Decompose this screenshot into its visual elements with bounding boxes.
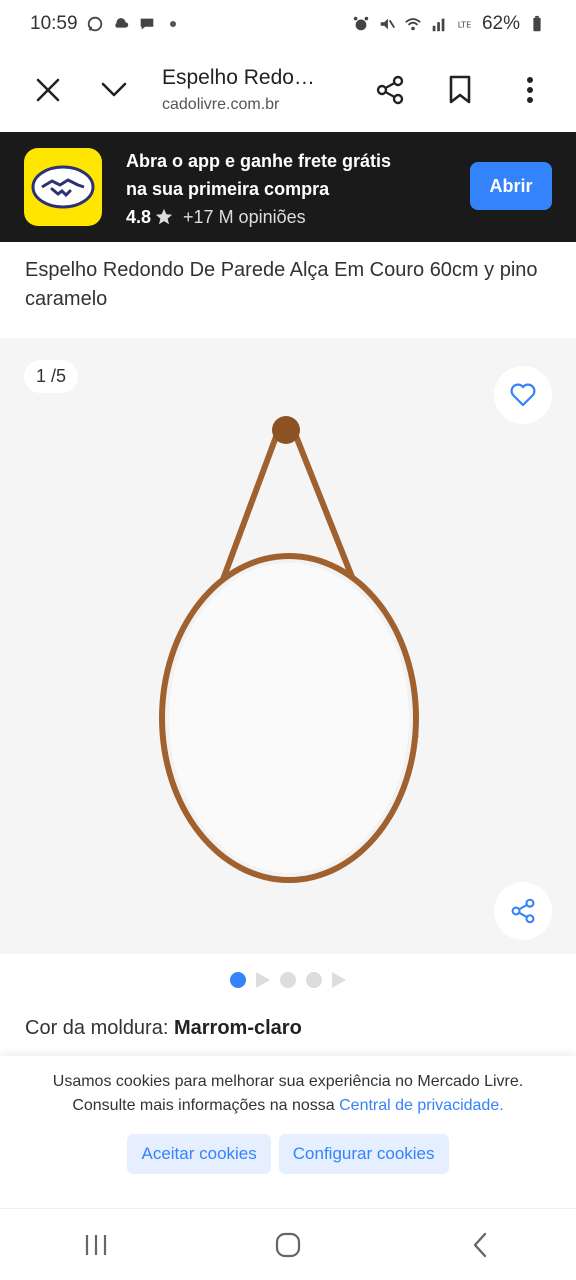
chat-icon	[140, 18, 153, 30]
volte-icon: LTE	[458, 20, 471, 30]
app-install-banner: Abra o app e ganhe frete grátis na sua p…	[0, 132, 576, 242]
toolbar-actions	[362, 62, 558, 118]
status-right: LTE 62%	[352, 13, 546, 35]
cookie-buttons: Aceitar cookies Configurar cookies	[0, 1134, 576, 1174]
mute-icon	[380, 18, 395, 30]
video-indicator-icon[interactable]	[256, 972, 270, 988]
battery-icon	[533, 15, 541, 32]
battery-percent: 62%	[481, 13, 520, 34]
close-button[interactable]	[20, 62, 76, 118]
back-icon	[473, 1232, 487, 1257]
share-icon	[511, 898, 535, 924]
share-image-button[interactable]	[494, 882, 552, 940]
pagination-dot[interactable]	[280, 972, 296, 988]
svg-text:LTE: LTE	[458, 20, 471, 30]
status-bar: 10:59 LTE 62%	[0, 0, 576, 48]
privacy-center-link[interactable]: Central de privacidade.	[339, 1097, 504, 1114]
chevron-down-icon	[101, 82, 127, 97]
pagination-dot[interactable]	[306, 972, 322, 988]
mercado-livre-logo	[24, 148, 102, 226]
handshake-icon	[31, 165, 95, 209]
cloud-icon	[114, 18, 128, 28]
product-gallery[interactable]: 1 /5	[0, 338, 576, 954]
cookie-consent-panel: Usamos cookies para melhorar sua experiê…	[0, 1056, 576, 1208]
app-banner-text: Abra o app e ganhe frete grátis na sua p…	[126, 147, 391, 228]
app-banner-line1: Abra o app e ganhe frete grátis	[126, 150, 392, 171]
alarm-icon	[353, 16, 369, 31]
recent-apps-icon	[85, 1234, 107, 1255]
more-icon	[527, 77, 533, 103]
app-banner-line2: na sua primeira compra	[126, 178, 330, 199]
page-url: cadolivre.com.br	[162, 96, 280, 113]
favorite-button[interactable]	[494, 366, 552, 424]
whatsapp-icon	[87, 16, 102, 32]
wifi-icon	[405, 18, 421, 31]
share-icon	[376, 75, 404, 105]
bookmark-icon	[449, 75, 471, 104]
recent-apps-button[interactable]	[66, 1215, 126, 1275]
more-options-button[interactable]	[502, 62, 558, 118]
star-icon	[155, 208, 173, 225]
signal-icon	[432, 18, 445, 32]
image-counter: 1 /5	[24, 360, 79, 393]
rating-value: 4.8	[126, 206, 152, 227]
home-button[interactable]	[258, 1215, 318, 1275]
bookmark-button[interactable]	[432, 62, 488, 118]
configure-cookies-button[interactable]: Configurar cookies	[278, 1134, 449, 1174]
review-count: +17 M opiniões	[183, 206, 306, 227]
expand-button[interactable]	[86, 62, 142, 118]
app-rating: 4.8 +17 M opiniões	[126, 207, 391, 228]
product-title: Espelho Redondo De Parede Alça Em Couro …	[25, 259, 538, 310]
video-indicator-icon[interactable]	[332, 972, 346, 988]
accept-cookies-button[interactable]: Aceitar cookies	[127, 1134, 271, 1174]
status-left: 10:59	[30, 13, 176, 35]
page-title: Espelho Redo…	[162, 66, 315, 89]
close-icon	[36, 78, 60, 102]
pagination-dot-active[interactable]	[230, 972, 246, 988]
notification-dot	[169, 21, 176, 27]
gallery-pagination	[0, 972, 576, 988]
home-icon	[275, 1232, 301, 1257]
product-image-mirror	[159, 416, 419, 883]
browser-toolbar: Espelho Redo… cadolivre.com.br	[0, 48, 576, 132]
frame-color-value: Marrom-claro	[173, 1017, 302, 1039]
status-time: 10:59	[30, 13, 78, 34]
page-title-area[interactable]: Espelho Redo… cadolivre.com.br	[162, 66, 332, 114]
system-navigation-bar	[0, 1208, 576, 1280]
open-app-button[interactable]: Abrir	[470, 162, 552, 210]
frame-color-selector: Cor da moldura: Marrom-claro	[25, 1017, 302, 1040]
heart-icon	[510, 383, 536, 407]
back-button[interactable]	[450, 1215, 510, 1275]
frame-color-label: Cor da moldura:	[25, 1017, 174, 1039]
cookie-message: Usamos cookies para melhorar sua experiê…	[43, 1070, 533, 1118]
share-button[interactable]	[362, 62, 418, 118]
